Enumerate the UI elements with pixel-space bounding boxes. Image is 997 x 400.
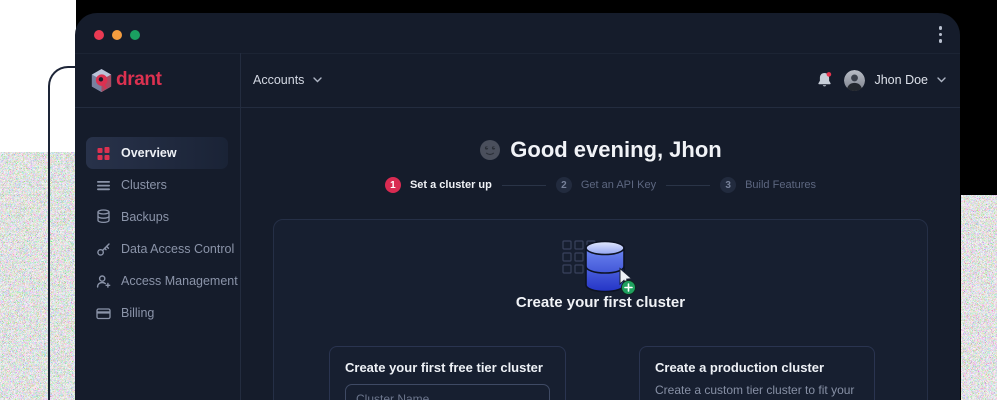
chevron-down-icon: [313, 77, 323, 83]
traffic-light-minimize[interactable]: [112, 30, 122, 40]
notification-dot: [827, 72, 832, 77]
credit-card-icon: [96, 307, 111, 319]
sidebar-item-label: Data Access Control: [121, 242, 235, 256]
free-tier-cluster-card: Create your first free tier cluster: [329, 346, 566, 400]
sidebar-item-label: Overview: [121, 146, 177, 160]
user-name: Jhon Doe: [874, 73, 928, 87]
step-label: Get an API Key: [580, 179, 657, 191]
sidebar-item-backups[interactable]: Backups: [75, 201, 240, 233]
step-set-cluster-up: 1 Set a cluster up: [384, 177, 492, 193]
sidebar-item-billing[interactable]: Billing: [75, 297, 240, 329]
traffic-light-close[interactable]: [94, 30, 104, 40]
sidebar-item-label: Access Management: [121, 274, 238, 288]
kebab-icon: [938, 26, 942, 30]
dashboard-grid-icon: [97, 146, 110, 160]
database-stack-icon: [97, 209, 110, 224]
step-number: 1: [384, 177, 401, 193]
key-icon: [97, 242, 110, 256]
user-plus-icon: [96, 274, 111, 288]
step-label: Set a cluster up: [409, 179, 492, 191]
database-cursor-plus-illustration: [274, 236, 927, 296]
header-right-group: Jhon Doe: [816, 53, 946, 107]
card-title: Create your first cluster: [515, 294, 686, 311]
sidebar-item-overview[interactable]: Overview: [86, 137, 228, 169]
notifications-button[interactable]: [816, 71, 833, 89]
greeting: Good evening, Jhon: [241, 137, 960, 163]
transparency-noise-right: [961, 195, 997, 400]
sidebar: Overview Clusters Backups Data Access Co…: [75, 107, 240, 400]
production-description: Create a custom tier cluster to fit your…: [655, 383, 855, 400]
database-illustration-icon: [561, 240, 636, 295]
window-menu-button[interactable]: [938, 26, 942, 43]
user-menu[interactable]: Jhon Doe: [844, 69, 946, 91]
step-get-api-key: 2 Get an API Key: [555, 177, 657, 193]
list-lines-icon: [97, 180, 110, 190]
avatar: [844, 69, 866, 91]
sidebar-item-access-management[interactable]: Access Management: [75, 265, 240, 297]
production-heading: Create a production cluster: [655, 360, 825, 375]
top-header: drant Accounts Jhon Doe: [75, 53, 960, 108]
onboarding-stepper: 1 Set a cluster up 2 Get an API Key 3 Bu…: [241, 177, 960, 193]
accounts-label: Accounts: [253, 73, 305, 87]
sidebar-item-label: Billing: [121, 306, 155, 320]
cluster-name-input[interactable]: [345, 384, 550, 400]
step-connector: [666, 184, 711, 186]
logo-wordmark: drant: [116, 69, 162, 90]
step-number: 3: [720, 177, 737, 193]
accounts-dropdown[interactable]: Accounts: [253, 53, 323, 107]
bell-icon: [818, 72, 832, 87]
step-connector: [501, 184, 546, 186]
production-cluster-card[interactable]: Create a production cluster Create a cus…: [639, 346, 875, 400]
qdrant-logo: drant: [90, 53, 162, 107]
app-window: drant Accounts Jhon Doe Overview Cluster…: [75, 13, 960, 400]
qdrant-logo-icon: [91, 68, 112, 92]
sidebar-item-label: Clusters: [121, 178, 167, 192]
screenshot-root: drant Accounts Jhon Doe Overview Cluster…: [0, 0, 997, 400]
sidebar-item-label: Backups: [121, 210, 169, 224]
greeting-text: Good evening, Jhon: [510, 137, 722, 162]
step-label: Build Features: [745, 179, 817, 191]
chevron-down-icon: [937, 77, 946, 83]
main-content: Good evening, Jhon 1 Set a cluster up 2 …: [241, 107, 960, 400]
sidebar-item-data-access-control[interactable]: Data Access Control: [75, 233, 240, 265]
free-tier-heading: Create your first free tier cluster: [345, 360, 543, 375]
step-build-features: 3 Build Features: [720, 177, 816, 193]
create-cluster-card: Create your first cluster Create your fi…: [273, 219, 928, 400]
title-bar: [75, 13, 960, 54]
new-moon-face-emoji-icon: [480, 140, 501, 160]
sidebar-item-clusters[interactable]: Clusters: [75, 169, 240, 201]
traffic-light-zoom[interactable]: [130, 30, 140, 40]
step-number: 2: [555, 177, 572, 193]
